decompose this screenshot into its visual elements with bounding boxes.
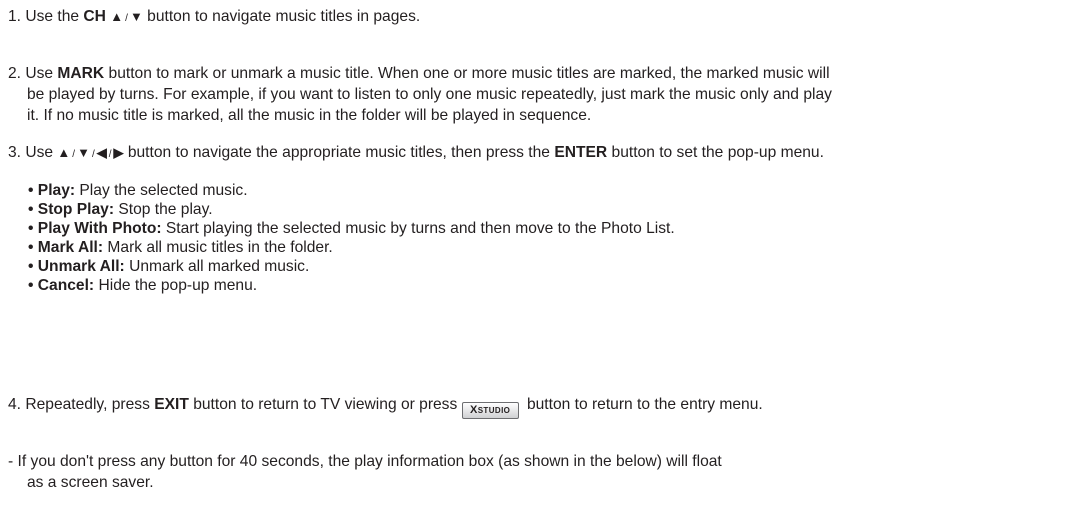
xstudio-button-icon: XSTUDIO xyxy=(461,402,519,419)
menu-option-stop-play: • Stop Play: Stop the play. xyxy=(28,200,675,219)
menu-option-play-with-photo: • Play With Photo: Start playing the sel… xyxy=(28,219,675,238)
step-2-line-2: be played by turns. For example, if you … xyxy=(27,86,832,103)
menu-option-play: • Play: Play the selected music. xyxy=(28,181,675,200)
option-description: Mark all music titles in the folder. xyxy=(103,239,333,256)
option-term: Play With Photo: xyxy=(37,220,162,237)
bullet: • xyxy=(28,201,38,218)
step-1: 1. Use the CH ▲ / ▼ button to navigate mus… xyxy=(8,6,420,29)
option-description: Hide the pop-up menu. xyxy=(94,277,258,294)
step-2-text-end: button to mark or unmark a music title. … xyxy=(104,65,830,82)
option-term: Mark All: xyxy=(37,239,104,256)
note-line-2: as a screen saver. xyxy=(27,474,154,491)
triangle-left-icon: ◀ xyxy=(96,145,107,160)
exit-key-label: EXIT xyxy=(154,396,189,413)
menu-option-cancel: • Cancel: Hide the pop-up menu. xyxy=(28,276,675,295)
option-term: Unmark All: xyxy=(37,258,125,275)
triangle-down-icon: ▼ xyxy=(77,145,90,160)
step-3: 3. Use ▲ / ▼ / ◀ / ▶ button to navigate the ap… xyxy=(8,142,824,165)
triangle-up-icon: ▲ xyxy=(57,145,71,160)
bullet: • xyxy=(28,220,38,237)
option-description: Stop the play. xyxy=(114,201,213,218)
step-4: 4. Repeatedly, press EXIT button to retu… xyxy=(8,394,763,419)
ch-key-label: CH xyxy=(83,8,111,25)
option-description: Unmark all marked music. xyxy=(124,258,310,275)
bullet: • xyxy=(28,182,38,199)
enter-key-label: ENTER xyxy=(554,144,608,161)
separator: / xyxy=(91,149,95,160)
step-2-line-1: 2. Use MARK button to mark or unmark a m… xyxy=(8,63,830,84)
step-4-text-middle: button to return to TV viewing or press xyxy=(188,396,462,413)
menu-option-mark-all: • Mark All: Mark all music titles in the… xyxy=(28,238,675,257)
bullet: • xyxy=(28,258,38,275)
bullet: • xyxy=(28,239,38,256)
popup-menu-options: • Play: Play the selected music. • Stop … xyxy=(28,181,675,295)
step-3-text-end: button to set the pop-up menu. xyxy=(607,144,824,161)
step-2-text: 2. Use xyxy=(8,65,58,82)
option-description: Play the selected music. xyxy=(75,182,248,199)
manual-page: 1. Use the CH ▲ / ▼ button to navigate mus… xyxy=(0,0,1087,512)
xstudio-button-label: STUDIO xyxy=(477,406,511,415)
option-term: Stop Play: xyxy=(37,201,115,218)
step-4-text: 4. Repeatedly, press xyxy=(8,396,155,413)
triangle-up-icon: ▲ xyxy=(110,9,124,24)
step-2-line-3: it. If no music title is marked, all the… xyxy=(27,107,592,124)
step-4-text-end: button to return to the entry menu. xyxy=(522,396,763,413)
option-term: Play: xyxy=(37,182,76,199)
mark-key-label: MARK xyxy=(57,65,105,82)
step-3-text-middle: button to navigate the appropriate music… xyxy=(123,144,555,161)
step-1-text-end: button to navigate music titles in pages… xyxy=(142,8,421,25)
option-term: Cancel: xyxy=(37,277,95,294)
xstudio-button-x: X xyxy=(469,404,478,416)
step-1-text: 1. Use the xyxy=(8,8,84,25)
option-description: Start playing the selected music by turn… xyxy=(161,220,675,237)
step-3-text: 3. Use xyxy=(8,144,58,161)
triangle-down-icon: ▼ xyxy=(129,9,143,24)
note-line-1: - If you don't press any button for 40 s… xyxy=(8,453,722,470)
separator: / xyxy=(108,149,112,160)
separator: / xyxy=(125,13,128,24)
triangle-right-icon: ▶ xyxy=(113,145,124,160)
menu-option-unmark-all: • Unmark All: Unmark all marked music. xyxy=(28,257,675,276)
bullet: • xyxy=(28,277,38,294)
